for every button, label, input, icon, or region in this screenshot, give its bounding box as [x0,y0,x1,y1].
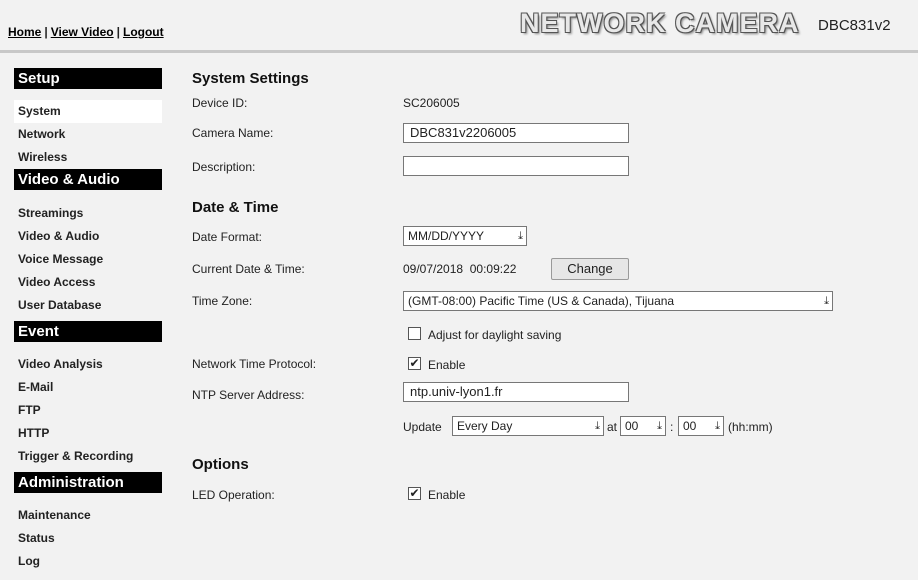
sidebar-item-trigger-recording[interactable]: Trigger & Recording [14,445,162,468]
sidebar-item-status[interactable]: Status [14,527,162,550]
camera-name-input[interactable]: DBC831v2206005 [403,123,629,143]
dst-label: Adjust for daylight saving [428,328,562,342]
date-time-heading: Date & Time [192,199,279,216]
logout-link[interactable]: Logout [123,25,164,39]
description-input[interactable] [403,156,629,176]
ntp-enable-checkbox[interactable]: ✔ [408,357,421,370]
chevron-down-icon: ⤓ [715,420,720,432]
time-colon: : [670,420,674,434]
date-format-label: Date Format: [192,230,263,244]
chevron-down-icon: ⤓ [518,230,523,242]
minute-select[interactable]: 00 ⤓ [678,416,724,436]
ntp-server-input[interactable]: ntp.univ-lyon1.fr [403,382,629,402]
sidebar-section-administration: Administration [14,472,162,493]
sidebar-section-event: Event [14,321,162,342]
update-frequency-value: Every Day [457,419,513,433]
top-links: Home | View Video | Logout [8,25,164,39]
device-id-value: SC206005 [403,96,460,110]
sidebar-item-wireless[interactable]: Wireless [14,146,162,169]
hhmm-label: (hh:mm) [728,420,773,434]
view-video-link[interactable]: View Video [51,25,114,39]
sidebar-item-system[interactable]: System [14,100,162,123]
link-separator: | [44,25,48,39]
sidebar-item-streamings[interactable]: Streamings [14,202,162,225]
camera-name-label: Camera Name: [192,126,274,140]
dst-checkbox[interactable] [408,327,421,340]
sidebar-item-video-analysis[interactable]: Video Analysis [14,353,162,376]
sidebar-section-setup: Setup [14,68,162,89]
sidebar: Setup System Network Wireless Video & Au… [14,68,162,573]
link-separator: | [116,25,120,39]
main-content: System Settings Device ID: SC206005 Came… [192,0,912,580]
sidebar-item-network[interactable]: Network [14,123,162,146]
date-format-select[interactable]: MM/DD/YYYY ⤓ [403,226,527,246]
sidebar-item-ftp[interactable]: FTP [14,399,162,422]
minute-value: 00 [683,419,697,433]
hour-value: 00 [625,419,639,433]
sidebar-item-email[interactable]: E-Mail [14,376,162,399]
ntp-enable-label: Enable [428,358,466,372]
led-operation-label: LED Operation: [192,488,275,502]
sidebar-item-video-access[interactable]: Video Access [14,271,162,294]
sidebar-item-voice-message[interactable]: Voice Message [14,248,162,271]
ntp-server-label: NTP Server Address: [192,388,305,402]
change-button[interactable]: Change [551,258,629,280]
home-link[interactable]: Home [8,25,41,39]
sidebar-item-user-database[interactable]: User Database [14,294,162,317]
at-label: at [607,420,618,434]
update-frequency-select[interactable]: Every Day ⤓ [452,416,604,436]
device-id-label: Device ID: [192,96,248,110]
sidebar-item-video-audio[interactable]: Video & Audio [14,225,162,248]
chevron-down-icon: ⤓ [824,295,829,307]
led-enable-checkbox[interactable]: ✔ [408,487,421,500]
date-format-value: MM/DD/YYYY [408,229,485,243]
update-label: Update [403,420,442,434]
chevron-down-icon: ⤓ [657,420,662,432]
description-label: Description: [192,160,256,174]
sidebar-item-http[interactable]: HTTP [14,422,162,445]
time-zone-label: Time Zone: [192,294,253,308]
sidebar-item-log[interactable]: Log [14,550,162,573]
checkmark-icon: ✔ [409,356,420,370]
time-zone-value: (GMT-08:00) Pacific Time (US & Canada), … [408,294,675,308]
options-heading: Options [192,456,249,473]
current-date-time-value: 09/07/2018 00:09:22 [403,262,517,276]
ntp-label: Network Time Protocol: [192,357,317,371]
led-enable-label: Enable [428,488,466,502]
system-settings-heading: System Settings [192,70,309,87]
current-date-time-label: Current Date & Time: [192,262,305,276]
chevron-down-icon: ⤓ [595,420,600,432]
sidebar-section-video-audio: Video & Audio [14,169,162,190]
sidebar-item-maintenance[interactable]: Maintenance [14,504,162,527]
time-zone-select[interactable]: (GMT-08:00) Pacific Time (US & Canada), … [403,291,833,311]
checkmark-icon: ✔ [409,486,420,500]
hour-select[interactable]: 00 ⤓ [620,416,666,436]
